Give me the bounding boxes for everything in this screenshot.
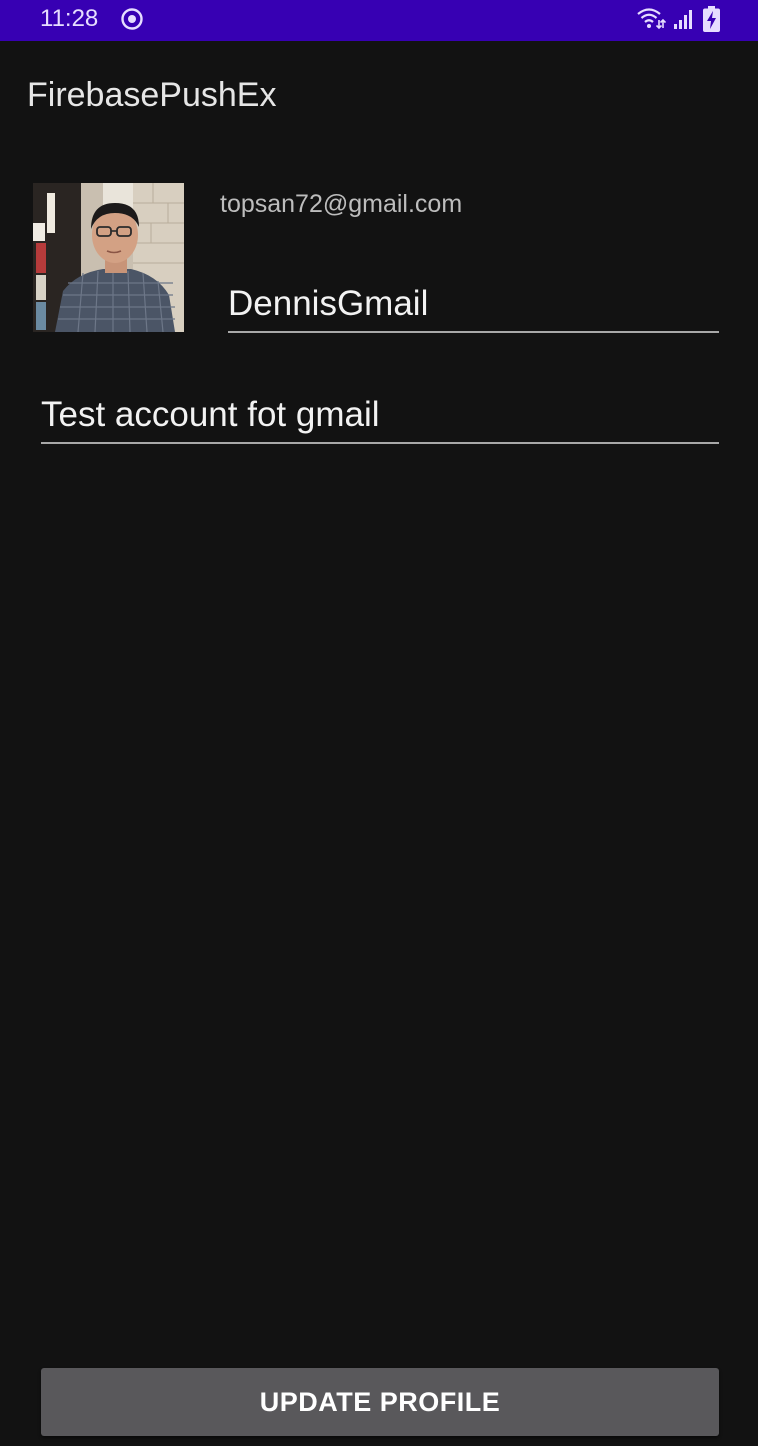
profile-photo-icon	[33, 183, 184, 332]
status-bar: 11:28	[0, 0, 758, 41]
status-time: 11:28	[40, 5, 99, 32]
update-profile-button[interactable]: UPDATE PROFILE	[41, 1368, 719, 1436]
signal-icon	[674, 10, 692, 29]
email-label: topsan72@gmail.com	[220, 190, 463, 218]
app-title: FirebasePushEx	[27, 76, 277, 114]
battery-charging-icon	[703, 6, 720, 32]
description-input[interactable]	[41, 393, 719, 437]
name-input[interactable]	[228, 282, 719, 326]
avatar[interactable]	[33, 183, 184, 332]
name-field[interactable]	[228, 280, 719, 333]
sync-icon	[121, 8, 143, 30]
app-screen: 11:28 FirebasePushEx topsan72@gmail.com …	[0, 0, 758, 1446]
description-field[interactable]	[41, 391, 719, 444]
wifi-icon	[637, 8, 666, 30]
